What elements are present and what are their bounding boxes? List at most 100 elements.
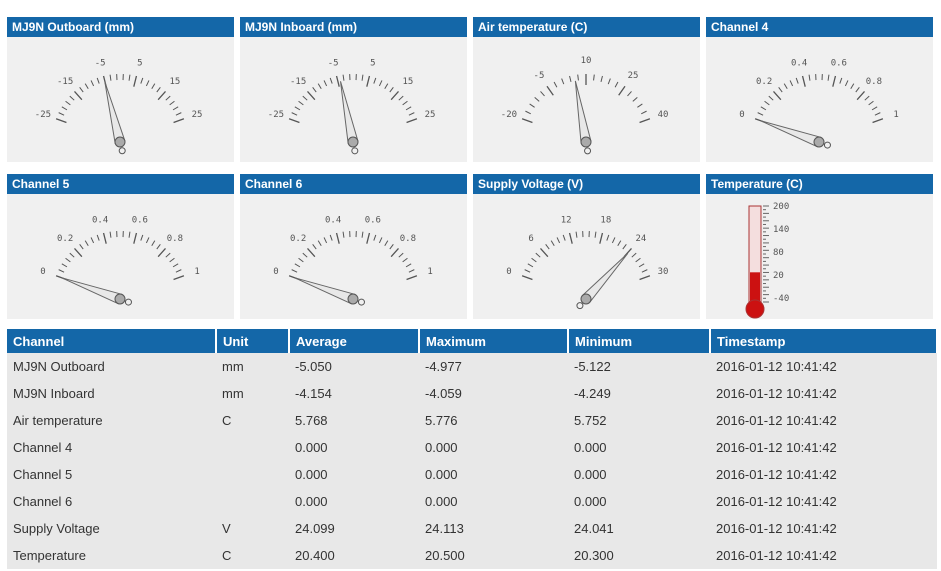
major-tick: [173, 275, 185, 281]
major-tick: [335, 232, 340, 244]
minor-tick: [864, 95, 870, 101]
major-tick: [773, 91, 782, 101]
cell-minimum: 20.300: [568, 542, 710, 569]
table-row[interactable]: MJ9N Outboard mm -5.050 -4.977 -5.122 2016-01…: [7, 353, 937, 380]
thermometer-bulb: [745, 299, 765, 319]
cell-channel: Channel 6: [7, 488, 216, 515]
panel-title: Channel 5: [7, 174, 234, 194]
column-header-channel[interactable]: Channel: [7, 329, 217, 353]
tick-label: 15: [402, 77, 413, 87]
cell-average: -5.050: [289, 353, 419, 380]
needle-tail: [584, 147, 592, 155]
tick-label: 1: [893, 110, 898, 120]
column-header-average[interactable]: Average: [289, 329, 420, 353]
cell-average: -4.154: [289, 380, 419, 407]
thermometer: 200 140 80 20 -40: [745, 202, 789, 319]
panel-title: Channel 4: [706, 17, 933, 37]
major-tick: [568, 232, 573, 244]
table-header-row: Channel Unit Average Maximum Minimum Tim…: [7, 329, 938, 353]
table-row[interactable]: Channel 6 0.000 0.000 0.000 2016-01-12 10:41…: [7, 488, 937, 515]
minor-tick: [527, 263, 534, 268]
cell-minimum: -4.249: [568, 380, 710, 407]
needle-hub: [114, 136, 126, 148]
minor-tick: [627, 91, 632, 97]
minor-tick: [384, 240, 389, 247]
tick-label: -20: [501, 110, 517, 120]
cell-maximum: 20.500: [419, 542, 568, 569]
scale-label: -40: [773, 294, 789, 304]
table-row[interactable]: Air temperature C 5.768 5.776 5.752 2016-01-1…: [7, 407, 937, 434]
tick-label: 18: [600, 215, 611, 225]
column-header-timestamp[interactable]: Timestamp: [710, 329, 938, 353]
table-row[interactable]: Supply Voltage V 24.099 24.113 24.041 2016-01…: [7, 515, 937, 542]
cell-unit: mm: [216, 380, 289, 407]
minor-tick: [145, 80, 150, 87]
gauge-panel-channel-6: Channel 6 0 0.2 0.4 0.6 0.8 1: [240, 174, 467, 319]
minor-tick: [764, 100, 770, 106]
minor-tick: [531, 257, 537, 263]
minor-tick: [317, 83, 322, 90]
major-tick: [406, 275, 418, 281]
tick-label: 0.6: [365, 215, 381, 225]
tick-label: 0.4: [791, 58, 807, 68]
minor-tick: [789, 80, 794, 87]
table-row[interactable]: Channel 5 0.000 0.000 0.000 2016-01-12 10:41…: [7, 461, 937, 488]
minor-tick: [614, 81, 619, 88]
minor-tick: [96, 77, 100, 84]
minor-tick: [172, 263, 179, 268]
tick-label: 5: [370, 58, 375, 68]
minor-tick: [65, 257, 71, 263]
major-tick: [540, 248, 549, 258]
minor-tick: [622, 243, 627, 250]
minor-tick: [871, 106, 878, 111]
minor-tick: [402, 257, 408, 263]
column-header-unit[interactable]: Unit: [216, 329, 290, 353]
table-row[interactable]: Channel 4 0.000 0.000 0.000 2016-01-12 10:41…: [7, 434, 937, 461]
needle-hub: [580, 293, 592, 305]
major-tick: [133, 75, 138, 87]
minor-tick: [844, 80, 849, 87]
needle-hub: [580, 136, 592, 148]
tick-label: 25: [425, 110, 436, 120]
minor-tick: [298, 100, 304, 106]
major-tick: [546, 85, 554, 96]
cell-average: 20.400: [289, 542, 419, 569]
minor-tick: [90, 80, 95, 87]
minor-tick: [294, 106, 301, 111]
minor-tick: [361, 74, 364, 81]
minor-tick: [641, 269, 648, 273]
tick-label: 0.6: [831, 58, 847, 68]
cell-unit: mm: [216, 353, 289, 380]
minor-tick: [169, 257, 175, 263]
panel-title: MJ9N Outboard (mm): [7, 17, 234, 37]
minor-tick: [594, 231, 597, 238]
column-header-minimum[interactable]: Minimum: [568, 329, 711, 353]
needle-tail: [576, 302, 584, 310]
channel-table: Channel Unit Average Maximum Minimum Tim…: [7, 329, 938, 569]
gauge-dial: -25 -15 -5 5 15 25: [35, 58, 202, 155]
table-row[interactable]: MJ9N Inboard mm -4.154 -4.059 -4.249 2016-01-…: [7, 380, 937, 407]
minor-tick: [378, 80, 383, 87]
major-tick: [133, 232, 138, 244]
minor-tick: [757, 112, 764, 116]
minor-tick: [562, 234, 566, 241]
cell-minimum: 24.041: [568, 515, 710, 542]
tick-label: 0.8: [866, 77, 882, 87]
minor-tick: [312, 243, 317, 250]
tick-label: 12: [561, 215, 572, 225]
minor-tick: [84, 83, 89, 90]
tick-label: 0.2: [57, 234, 73, 244]
minor-tick: [768, 95, 774, 101]
major-tick: [74, 248, 83, 258]
column-header-maximum[interactable]: Maximum: [419, 329, 569, 353]
cell-average: 0.000: [289, 488, 419, 515]
table-row[interactable]: Temperature C 20.400 20.500 20.300 2016-01-12…: [7, 542, 937, 569]
major-tick: [856, 91, 865, 101]
minor-tick: [398, 252, 404, 258]
major-tick: [307, 248, 316, 258]
minor-tick: [79, 243, 84, 250]
minor-tick: [405, 263, 412, 268]
minor-tick: [373, 234, 377, 241]
minor-tick: [172, 106, 179, 111]
tick-label: 30: [658, 267, 669, 277]
